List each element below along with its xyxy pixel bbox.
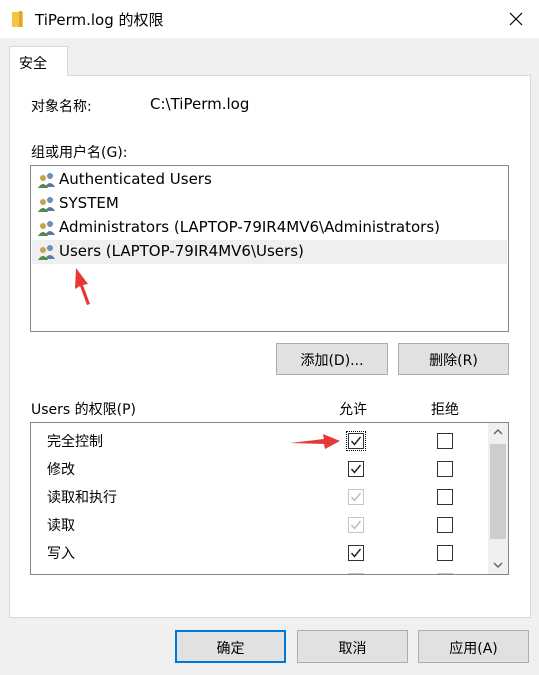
users-group-icon bbox=[37, 196, 57, 212]
list-item-label: SYSTEM bbox=[59, 194, 119, 212]
window-title: TiPerm.log 的权限 bbox=[35, 11, 164, 29]
users-group-icon bbox=[37, 244, 57, 260]
remove-button-label: 删除(R) bbox=[429, 353, 478, 369]
permission-row: 写入 bbox=[31, 539, 487, 567]
groups-label: 组或用户名(G): bbox=[31, 145, 128, 161]
allow-checkbox-disabled bbox=[348, 573, 364, 574]
annotation-arrow-up bbox=[75, 268, 90, 305]
permission-row: 完全控制 bbox=[31, 427, 487, 455]
allow-checkbox-disabled bbox=[348, 517, 364, 533]
scroll-up-button[interactable] bbox=[488, 423, 508, 441]
tab-label: 安全 bbox=[19, 56, 47, 72]
remove-button[interactable]: 删除(R) bbox=[398, 343, 509, 375]
add-button[interactable]: 添加(D)... bbox=[276, 343, 388, 375]
deny-checkbox[interactable] bbox=[437, 517, 453, 533]
permission-name: 读取和执行 bbox=[47, 490, 117, 506]
scrollbar-thumb[interactable] bbox=[490, 444, 506, 539]
deny-header: 拒绝 bbox=[431, 402, 459, 418]
deny-checkbox[interactable] bbox=[437, 433, 453, 449]
cancel-button[interactable]: 取消 bbox=[297, 630, 408, 663]
groups-listbox[interactable]: Authenticated Users SYSTEM Administrator… bbox=[30, 165, 509, 332]
object-name-value: C:\TiPerm.log bbox=[150, 95, 250, 113]
apply-button-label: 应用(A) bbox=[449, 641, 498, 657]
permissions-scrollbar[interactable] bbox=[488, 423, 508, 574]
allow-header: 允许 bbox=[339, 402, 367, 418]
allow-checkbox[interactable] bbox=[348, 545, 364, 561]
object-name-label: 对象名称: bbox=[31, 99, 92, 115]
permission-row: 读取 bbox=[31, 511, 487, 539]
title-bar: TiPerm.log 的权限 bbox=[0, 0, 539, 38]
deny-checkbox[interactable] bbox=[437, 489, 453, 505]
annotation-arrow-right bbox=[290, 434, 340, 449]
close-button[interactable] bbox=[493, 0, 539, 38]
permission-name: 写入 bbox=[47, 546, 75, 562]
users-group-icon bbox=[37, 172, 57, 188]
tab-security[interactable]: 安全 bbox=[9, 46, 68, 76]
apply-button[interactable]: 应用(A) bbox=[418, 630, 529, 663]
list-item-label: Administrators (LAPTOP-79IR4MV6\Administ… bbox=[59, 218, 440, 236]
list-item-selected[interactable]: Users (LAPTOP-79IR4MV6\Users) bbox=[32, 240, 507, 264]
permission-name: 读取 bbox=[47, 518, 75, 534]
list-item[interactable]: Administrators (LAPTOP-79IR4MV6\Administ… bbox=[32, 216, 507, 240]
ok-button-label: 确定 bbox=[216, 641, 245, 657]
permission-row: 读取和执行 bbox=[31, 483, 487, 511]
permission-row-partial bbox=[31, 567, 487, 574]
list-item-label: Authenticated Users bbox=[59, 170, 212, 188]
permission-name: 修改 bbox=[47, 462, 75, 478]
allow-checkbox[interactable] bbox=[348, 461, 364, 477]
deny-checkbox-disabled bbox=[437, 573, 453, 574]
list-item[interactable]: Authenticated Users bbox=[32, 168, 507, 192]
cancel-button-label: 取消 bbox=[338, 641, 367, 657]
ok-button[interactable]: 确定 bbox=[175, 630, 286, 663]
deny-checkbox[interactable] bbox=[437, 545, 453, 561]
allow-checkbox[interactable] bbox=[346, 431, 366, 451]
permission-row: 修改 bbox=[31, 455, 487, 483]
permissions-label: Users 的权限(P) bbox=[31, 402, 137, 418]
folder-icon bbox=[12, 11, 26, 27]
add-button-label: 添加(D)... bbox=[300, 353, 364, 369]
allow-checkbox-disabled bbox=[348, 489, 364, 505]
permission-name: 完全控制 bbox=[47, 434, 103, 450]
permissions-list: 完全控制 修改 读取和执行 读取 写入 bbox=[30, 422, 509, 575]
scroll-down-button[interactable] bbox=[488, 556, 508, 574]
list-item-label: Users (LAPTOP-79IR4MV6\Users) bbox=[59, 242, 304, 260]
users-group-icon bbox=[37, 220, 57, 236]
deny-checkbox[interactable] bbox=[437, 461, 453, 477]
list-item[interactable]: SYSTEM bbox=[32, 192, 507, 216]
